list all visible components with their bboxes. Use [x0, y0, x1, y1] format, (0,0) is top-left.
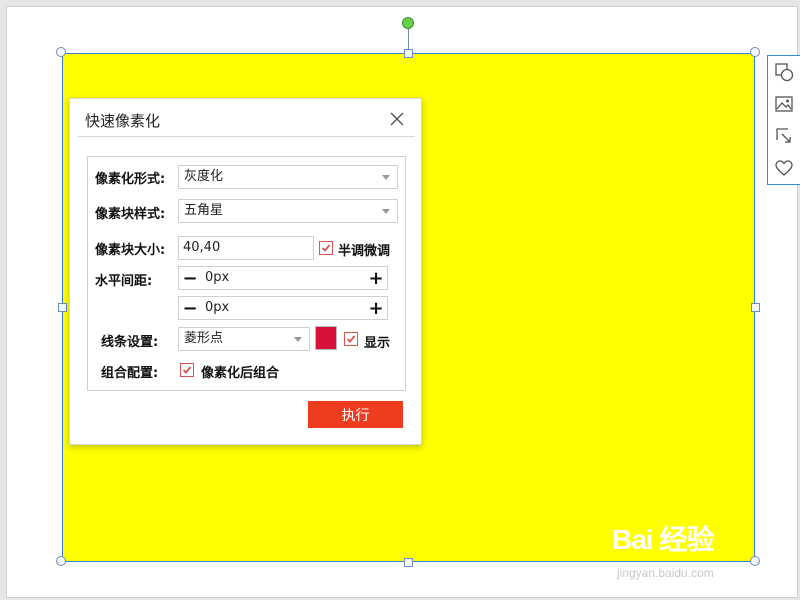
- resize-handle-bottom[interactable]: [404, 558, 413, 567]
- image-icon[interactable]: [768, 88, 800, 120]
- pixel-mode-value: 灰度化: [184, 169, 224, 184]
- group-after-pixelate-checkbox[interactable]: [180, 363, 194, 377]
- block-size-input[interactable]: 40,40: [178, 236, 314, 260]
- group-after-pixelate-label: 像素化后组合: [201, 366, 280, 381]
- chevron-down-icon: [375, 166, 397, 188]
- resize-handle-left[interactable]: [58, 303, 67, 312]
- watermark-logo: Bai 经验: [612, 524, 714, 555]
- heart-icon[interactable]: [768, 152, 800, 184]
- spacing-label: 水平间距:: [95, 274, 153, 289]
- rotate-handle[interactable]: [402, 17, 414, 29]
- decrement-button[interactable]: −: [179, 267, 201, 289]
- resize-handle-right[interactable]: [751, 303, 760, 312]
- horizontal-spacing-value: 0px: [205, 270, 230, 285]
- close-icon[interactable]: [388, 110, 406, 128]
- increment-button[interactable]: +: [365, 297, 387, 319]
- title-divider: [78, 136, 415, 137]
- baidu-jingyan-watermark: Bai 经验 jingyan.baidu.com: [612, 518, 714, 580]
- shape-quick-toolbar: [767, 55, 800, 185]
- quick-pixelate-dialog: 快速像素化 像素化形式: 灰度化 像素块样式: 五角星 像素块大小: 40,40…: [69, 98, 422, 445]
- watermark-url: jingyan.baidu.com: [617, 566, 714, 580]
- crop-resize-icon[interactable]: [768, 120, 800, 152]
- block-style-select[interactable]: 五角星: [178, 199, 398, 223]
- horizontal-spacing-stepper[interactable]: − 0px +: [178, 266, 388, 290]
- show-line-label: 显示: [364, 336, 391, 351]
- chevron-down-icon: [375, 200, 397, 222]
- decrement-button[interactable]: −: [179, 297, 201, 319]
- group-config-label: 组合配置:: [101, 366, 159, 381]
- line-color-swatch[interactable]: [315, 326, 337, 350]
- shapes-icon[interactable]: [768, 56, 800, 88]
- resize-handle-top[interactable]: [404, 49, 413, 58]
- resize-handle-bottom-left[interactable]: [56, 556, 66, 566]
- show-line-checkbox[interactable]: [344, 332, 358, 346]
- block-style-label: 像素块样式:: [95, 207, 166, 222]
- pixel-mode-label: 像素化形式:: [95, 172, 166, 187]
- chevron-down-icon: [287, 328, 309, 350]
- line-style-select[interactable]: 菱形点: [178, 327, 310, 351]
- fine-tune-checkbox[interactable]: [319, 241, 333, 255]
- resize-handle-top-right[interactable]: [750, 47, 760, 57]
- vertical-spacing-stepper[interactable]: − 0px +: [178, 296, 388, 320]
- line-style-value: 菱形点: [184, 331, 224, 346]
- dialog-title: 快速像素化: [85, 112, 161, 130]
- pixel-mode-select[interactable]: 灰度化: [178, 165, 398, 189]
- line-setting-label: 线条设置:: [101, 335, 159, 350]
- increment-button[interactable]: +: [365, 267, 387, 289]
- vertical-spacing-value: 0px: [205, 300, 230, 315]
- fine-tune-label: 半调微调: [338, 244, 391, 259]
- resize-handle-top-left[interactable]: [56, 47, 66, 57]
- execute-button[interactable]: 执行: [308, 401, 403, 428]
- block-size-label: 像素块大小:: [95, 243, 166, 258]
- rotation-connector-line: [408, 28, 409, 50]
- block-style-value: 五角星: [184, 203, 224, 218]
- resize-handle-bottom-right[interactable]: [750, 556, 760, 566]
